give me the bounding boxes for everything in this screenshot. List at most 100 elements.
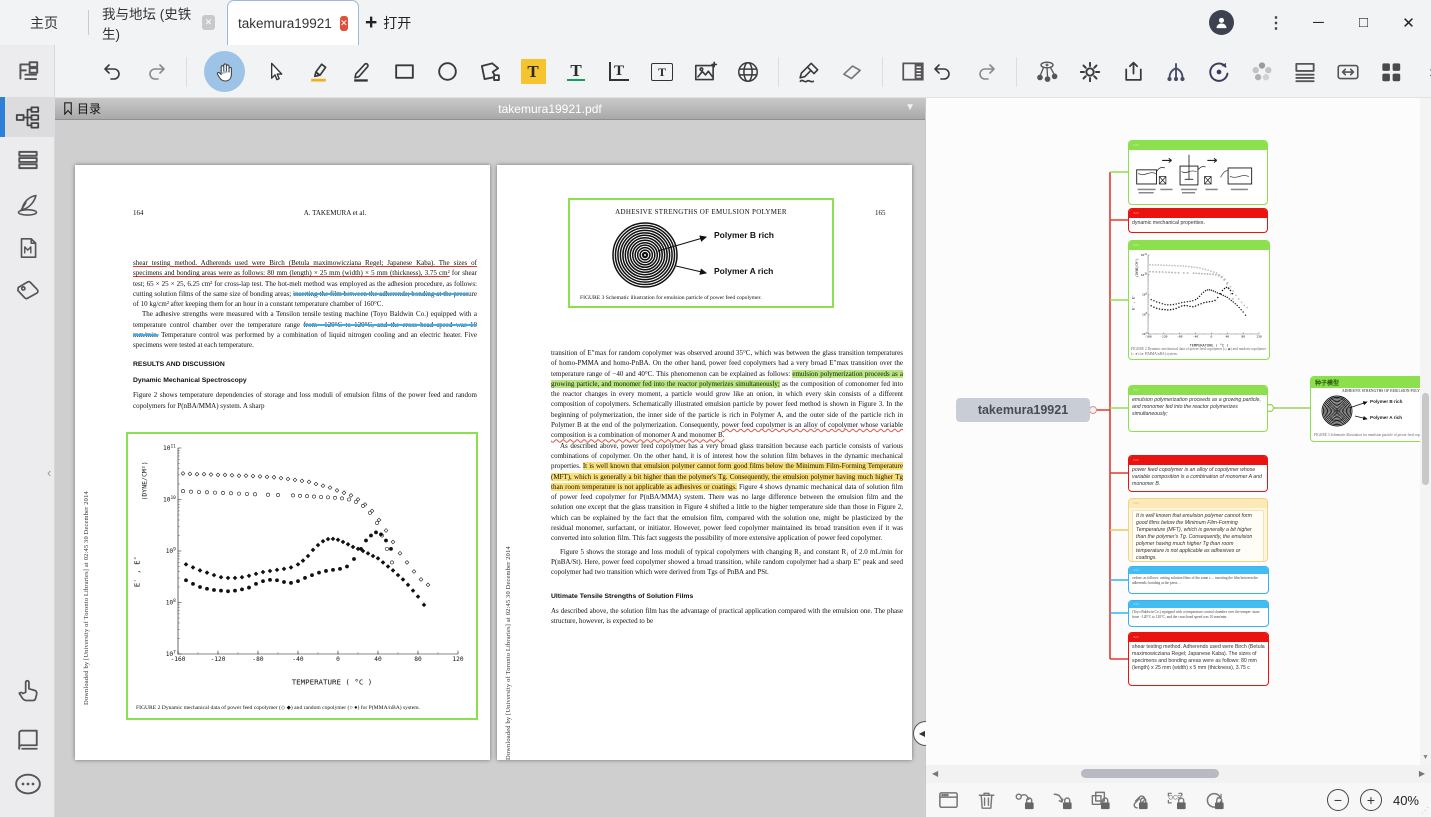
hand-pointer-icon[interactable] [9,673,46,707]
node-menu-icon[interactable]: ⋯ [1133,143,1139,149]
text-strikeout-icon[interactable]: T [606,59,632,85]
undo-icon[interactable] [930,59,956,85]
scroll-left-icon[interactable]: ◀ [932,769,938,778]
layout-panel-icon[interactable] [900,59,926,85]
node-menu-icon[interactable]: ⋯ [1133,388,1139,394]
node-lock-icon[interactable] [1012,788,1036,812]
layout-grid-icon[interactable] [1378,59,1404,85]
delete-node-icon[interactable] [974,788,998,812]
arrow-lock-icon[interactable] [1050,788,1074,812]
more-ellipsis-icon[interactable] [9,767,46,801]
scroll-right-icon[interactable]: ▶ [1419,769,1425,778]
eraser-icon[interactable] [839,59,865,85]
mindmap-node-mft-note[interactable]: ⋯ It is well known that emulsion polymer… [1128,498,1268,562]
zoom-in-button[interactable]: + [1360,789,1382,811]
toc-label: 目录 [77,100,101,117]
signature-pen-icon[interactable] [796,59,822,85]
resize-grip-icon[interactable]: ⋰ [1421,806,1429,815]
text-highlight-icon[interactable]: T [520,59,546,85]
new-card-icon[interactable] [936,788,960,812]
svg-text:80: 80 [1241,334,1245,338]
history-clock-icon[interactable] [1206,59,1232,85]
open-file-button[interactable]: + 打开 [365,0,411,45]
text-box-icon[interactable]: T [649,59,675,85]
close-window-button[interactable]: ✕ [1386,0,1431,45]
rectangle-shape-icon[interactable] [391,59,417,85]
mindmap-root-node[interactable]: takemura19921 [956,398,1090,422]
copy-lock-icon[interactable] [1088,788,1112,812]
redo-icon[interactable] [973,59,999,85]
link-lock-icon[interactable] [1126,788,1150,812]
figure2-annotation-box[interactable]: 10710810910101011-160-120-80-4004080120T… [126,432,478,720]
figure3-annotation-box[interactable]: ADHESIVE STRENGTHS OF EMULSION POLYMER P… [568,198,834,308]
mindmap-node-strikeout-excerpt-2[interactable]: ⋯ (Toyo Baldwin Co.) equipped with a tem… [1128,600,1269,627]
mindmap-node-shear-testing[interactable]: ⋯ shear testing method. Adherends used w… [1128,632,1269,686]
node-menu-icon[interactable]: ⋯ [1133,568,1139,574]
tags-icon[interactable] [9,273,46,307]
svg-text:(DYNE/CM²): (DYNE/CM²) [1135,258,1139,277]
account-avatar-icon[interactable] [1209,10,1234,35]
notes-feather-icon[interactable] [9,187,46,221]
scrollbar-thumb[interactable] [1081,769,1219,778]
mindmap-panel-icon[interactable] [0,97,55,137]
chevron-down-icon[interactable]: ▼ [905,102,915,113]
add-node-icon[interactable] [1034,59,1060,85]
tab-home[interactable]: 主页 [0,0,88,45]
mindmap-node-dynamic-mechanical[interactable]: ⋯ dynamic mechanical properties. [1128,208,1268,233]
markdown-doc-icon[interactable] [9,231,46,265]
ocr-lock-icon[interactable]: OCR [1164,788,1188,812]
web-link-icon[interactable] [735,59,761,85]
vertical-scrollbar[interactable]: ▼ [1420,98,1431,765]
mindmap-node-emulsion-polymerization[interactable]: ⋯ emulsion polymerization proceeds as a … [1128,385,1268,432]
mindmap-node-figure1-image[interactable]: ⋯ [1128,140,1268,205]
zoom-out-button[interactable]: − [1327,789,1349,811]
close-tab-icon[interactable]: ✕ [340,16,348,31]
close-tab-icon[interactable]: ✕ [202,15,215,30]
collapse-panel-icon[interactable]: ‹ [47,465,51,480]
highlighter-icon[interactable] [305,59,331,85]
branch-layout-icon[interactable] [1163,59,1189,85]
rotate-lock-icon[interactable] [1202,788,1226,812]
scroll-down-icon[interactable]: ▼ [1422,754,1429,761]
maximize-button[interactable]: □ [1341,0,1386,45]
red-underline-annotation[interactable]: shear testing method. Adherends used wer… [133,259,477,277]
export-share-icon[interactable] [1120,59,1146,85]
text-underline-icon[interactable]: T [563,59,589,85]
polygon-shape-icon[interactable] [477,59,503,85]
blue-strikeout-annotation[interactable]: inserting the film between the adherends… [293,290,468,298]
tab-document-1[interactable]: 我与地坛 (史铁生) ✕ [92,0,225,45]
mindmap-node-figure2-image[interactable]: ⋯ 10710810910101011-160-120-80-400408012… [1128,240,1270,360]
hand-tool-icon[interactable] [204,51,245,92]
horizontal-scrollbar[interactable]: ◀ ▶ [926,765,1431,783]
mindmap-node-power-feed-alloy[interactable]: ⋯ power feed copolymer is an alloy of co… [1128,455,1268,492]
mindmap-bottom-toolbar: OCR − + 40% ⋰ [926,783,1431,817]
node-menu-icon[interactable]: ⋯ [1133,211,1139,217]
mindmap-node-strikeout-excerpt-1[interactable]: ⋯ cedure, as follows: cutting solution f… [1128,566,1269,594]
node-menu-icon[interactable]: ⋯ [1133,501,1139,507]
pencil-icon[interactable] [348,59,374,85]
select-cursor-icon[interactable] [262,59,288,85]
more-tools-icon[interactable]: » [1421,59,1431,85]
node-menu-icon[interactable]: ⋯ [1133,243,1139,249]
node-width-icon[interactable] [1335,59,1361,85]
annotation-list-icon[interactable] [9,143,46,177]
scrollbar-thumb[interactable] [1422,393,1429,485]
node-menu-icon[interactable]: ⋯ [1133,602,1139,608]
settings-gear-icon[interactable] [1077,59,1103,85]
ellipse-shape-icon[interactable] [434,59,460,85]
mindmap-node-seed-model[interactable]: 种子模型 ADHESIVE STRENGTHS OF EMULSION POLY… [1310,376,1431,442]
tab-document-active[interactable]: takemura19921 ✕ [227,0,359,45]
node-style-icon[interactable] [1292,59,1318,85]
node-menu-icon[interactable]: ⋯ [1133,458,1139,464]
download-watermark: Downloaded by [University of Toronto Lib… [505,340,512,760]
body-text: Figure 2 shows temperature dependencies … [133,390,477,411]
redo-icon[interactable] [143,59,169,85]
undo-icon[interactable] [100,59,126,85]
menu-icon[interactable]: ⋮ [1256,13,1296,33]
notebook-icon[interactable] [9,723,46,757]
outline-toc-icon[interactable] [9,55,46,89]
minimize-button[interactable]: ─ [1296,0,1341,45]
node-menu-icon[interactable]: ⋯ [1133,635,1139,641]
insert-image-icon[interactable] [692,59,718,85]
theme-colors-icon[interactable] [1249,59,1275,85]
